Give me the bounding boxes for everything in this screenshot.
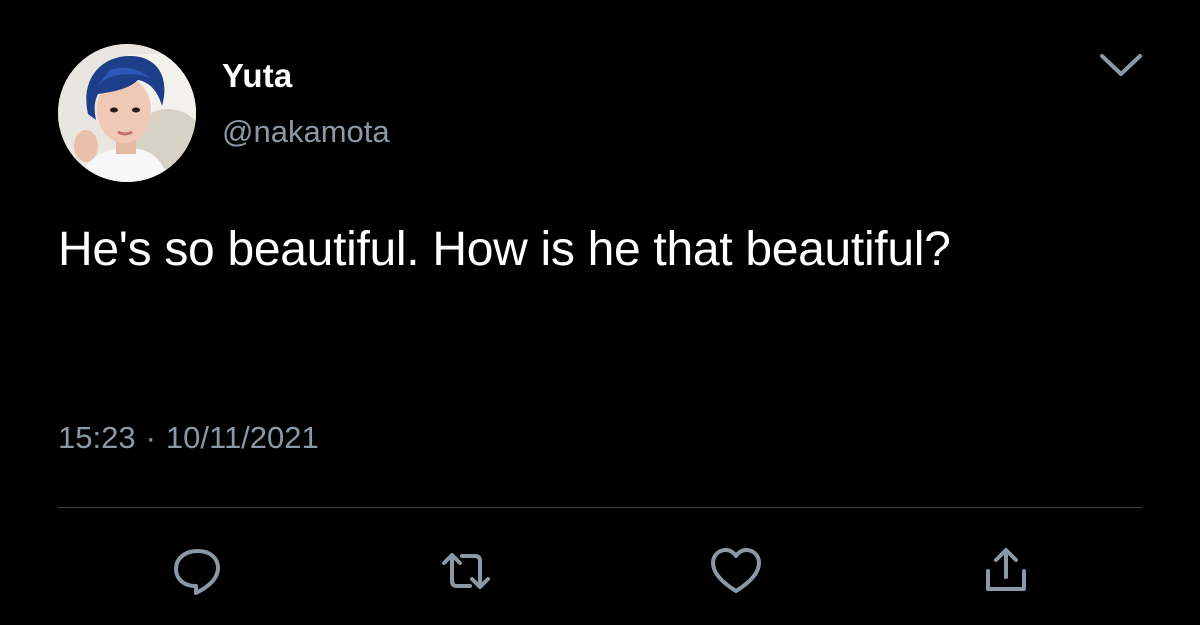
retweet-icon — [442, 553, 490, 589]
tweet-timestamp[interactable]: 15:23 · 10/11/2021 — [58, 418, 319, 458]
meta-separator: · — [145, 420, 156, 455]
retweet-button[interactable] — [436, 543, 496, 599]
user-handle[interactable]: @nakamota — [222, 113, 390, 151]
share-button[interactable] — [976, 543, 1036, 599]
reply-button[interactable] — [168, 543, 228, 599]
tweet-time: 15:23 — [58, 420, 136, 455]
chevron-down-icon[interactable] — [1096, 50, 1146, 82]
tweet-text: He's so beautiful. How is he that beauti… — [58, 223, 951, 276]
heart-icon — [711, 548, 761, 593]
reply-icon — [174, 549, 220, 595]
display-name[interactable]: Yuta — [222, 56, 293, 96]
like-button[interactable] — [706, 543, 766, 599]
tweet-date: 10/11/2021 — [165, 420, 319, 455]
share-icon — [986, 548, 1026, 591]
divider — [58, 507, 1142, 508]
tweet-card: Yuta @nakamota He's so beautiful. How is… — [0, 0, 1200, 625]
avatar[interactable] — [58, 44, 196, 182]
